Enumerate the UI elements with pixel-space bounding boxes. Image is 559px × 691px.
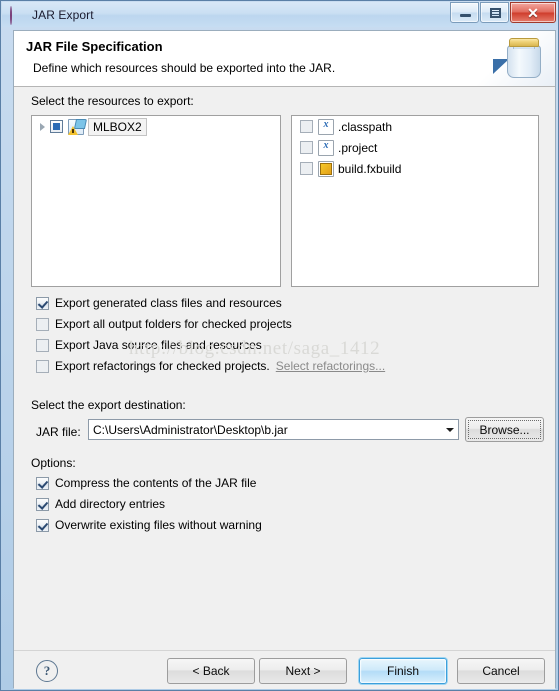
page-description: Define which resources should be exporte… [33,61,336,75]
file-checkbox[interactable] [300,162,313,175]
file-list[interactable]: .classpath .project build.fxbuild [291,115,539,287]
checkbox[interactable] [36,338,49,352]
options-label: Options: [31,456,76,470]
dialog-footer: ? < Back Next > Finish Cancel [14,650,555,689]
option-label: Export all output folders for checked pr… [55,317,292,331]
jar-file-input[interactable]: C:\Users\Administrator\Desktop\b.jar [89,423,441,437]
maximize-button[interactable] [480,2,509,23]
list-item[interactable]: .classpath [292,116,538,137]
maximize-icon [490,8,501,18]
close-button[interactable]: ✕ [510,2,556,23]
file-checkbox[interactable] [300,141,313,154]
resources-label: Select the resources to export: [31,94,194,108]
chevron-down-icon[interactable] [441,420,458,439]
checkbox[interactable] [36,518,49,532]
cancel-button-label: Cancel [482,664,520,678]
jar-sphere-icon [10,5,26,25]
page-title: JAR File Specification [26,39,163,54]
option-label: Export Java source files and resources [55,338,262,352]
back-button-label: < Back [192,664,230,678]
option-export-generated-class-files[interactable]: Export generated class files and resourc… [36,296,282,310]
jar-export-dialog: JAR Export ✕ JAR File Specification Defi… [0,0,559,691]
help-button[interactable]: ? [36,660,58,682]
xml-file-icon [318,118,334,135]
next-button[interactable]: Next > [259,658,347,684]
select-refactorings-link[interactable]: Select refactorings... [276,359,385,373]
xml-file-icon [318,139,334,156]
option-export-refactorings[interactable]: Export refactorings for checked projects… [36,359,385,373]
dialog-client-area: JAR File Specification Define which reso… [13,30,556,689]
checkbox[interactable] [36,497,49,511]
jar-file-combo[interactable]: C:\Users\Administrator\Desktop\b.jar [88,419,459,440]
option-overwrite-existing-files[interactable]: Overwrite existing files without warning [36,518,262,532]
file-label: .classpath [338,119,393,134]
option-compress-contents[interactable]: Compress the contents of the JAR file [36,476,256,490]
focus-ring [468,420,541,439]
tree-checkbox[interactable] [50,120,63,133]
minimize-icon [460,14,471,17]
window-controls: ✕ [449,2,556,23]
back-button[interactable]: < Back [167,658,255,684]
wizard-header: JAR File Specification Define which reso… [14,31,555,87]
option-add-directory-entries[interactable]: Add directory entries [36,497,165,511]
list-item[interactable]: build.fxbuild [292,158,538,179]
option-label: Export generated class files and resourc… [55,296,282,310]
tree-row-mlbox2[interactable]: MLBOX2 [32,116,280,137]
fxbuild-file-icon [318,160,334,177]
project-tree[interactable]: MLBOX2 [31,115,281,287]
wizard-body: Select the resources to export: MLBOX2 x… [14,88,555,650]
list-item[interactable]: .project [292,137,538,158]
next-button-label: Next > [285,664,321,678]
java-project-warning-icon [68,118,84,135]
close-icon: ✕ [527,5,539,21]
option-export-java-source-files[interactable]: Export Java source files and resources [36,338,262,352]
file-label: .project [338,140,378,155]
file-label: build.fxbuild [338,161,402,176]
option-label: Compress the contents of the JAR file [55,476,257,490]
jar-banner-icon [465,31,555,86]
tree-item-label: MLBOX2 [88,117,147,136]
minimize-button[interactable] [450,2,479,23]
option-export-all-output-folders[interactable]: Export all output folders for checked pr… [36,317,292,331]
checkbox[interactable] [36,296,49,310]
window-title: JAR Export [32,7,94,22]
checkbox[interactable] [36,476,49,490]
option-label: Add directory entries [55,497,166,511]
cancel-button[interactable]: Cancel [457,658,545,684]
destination-label: Select the export destination: [31,398,186,412]
expand-triangle-icon[interactable] [36,120,50,134]
option-label: Overwrite existing files without warning [55,518,262,532]
browse-button[interactable]: Browse... [465,417,544,442]
finish-button-label: Finish [386,664,419,678]
file-checkbox[interactable] [300,120,313,133]
question-mark-icon: ? [43,663,51,678]
jar-file-label: JAR file: [36,425,81,439]
checkbox[interactable] [36,359,49,373]
checkbox[interactable] [36,317,49,331]
finish-button[interactable]: Finish [359,658,447,684]
option-label: Export refactorings for checked projects… [55,359,270,373]
